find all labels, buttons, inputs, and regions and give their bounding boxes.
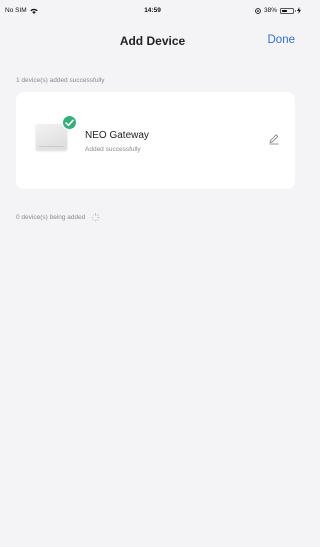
page-title: Add Device bbox=[119, 34, 186, 48]
status-bar: No SIM 14:59 38% bbox=[0, 0, 305, 22]
spinner-icon bbox=[91, 213, 101, 222]
battery-percent: 38% bbox=[263, 7, 277, 14]
location-icon bbox=[255, 7, 261, 14]
battery-icon bbox=[280, 7, 296, 14]
adding-devices-label: 0 device(s) being added bbox=[16, 214, 86, 221]
status-bar-right: 38% bbox=[255, 7, 301, 14]
device-card[interactable]: NEO Gateway Added successfully bbox=[16, 92, 295, 189]
done-button[interactable]: Done bbox=[268, 34, 296, 46]
battery-cap bbox=[294, 10, 296, 12]
device-status: Added successfully bbox=[85, 146, 141, 153]
device-name: NEO Gateway bbox=[85, 130, 149, 141]
added-devices-label: 1 device(s) added successfully bbox=[16, 77, 105, 84]
charging-icon bbox=[297, 7, 301, 14]
gateway-device-image bbox=[36, 124, 67, 150]
add-device-screen: No SIM 14:59 38% Add Device Done 1 devic… bbox=[0, 0, 305, 547]
navigation-bar: Add Device Done bbox=[0, 22, 305, 60]
edit-pencil-icon[interactable] bbox=[268, 132, 280, 145]
adding-devices-row: 0 device(s) being added bbox=[16, 213, 101, 222]
check-icon bbox=[62, 115, 77, 130]
battery-fill bbox=[282, 9, 287, 12]
